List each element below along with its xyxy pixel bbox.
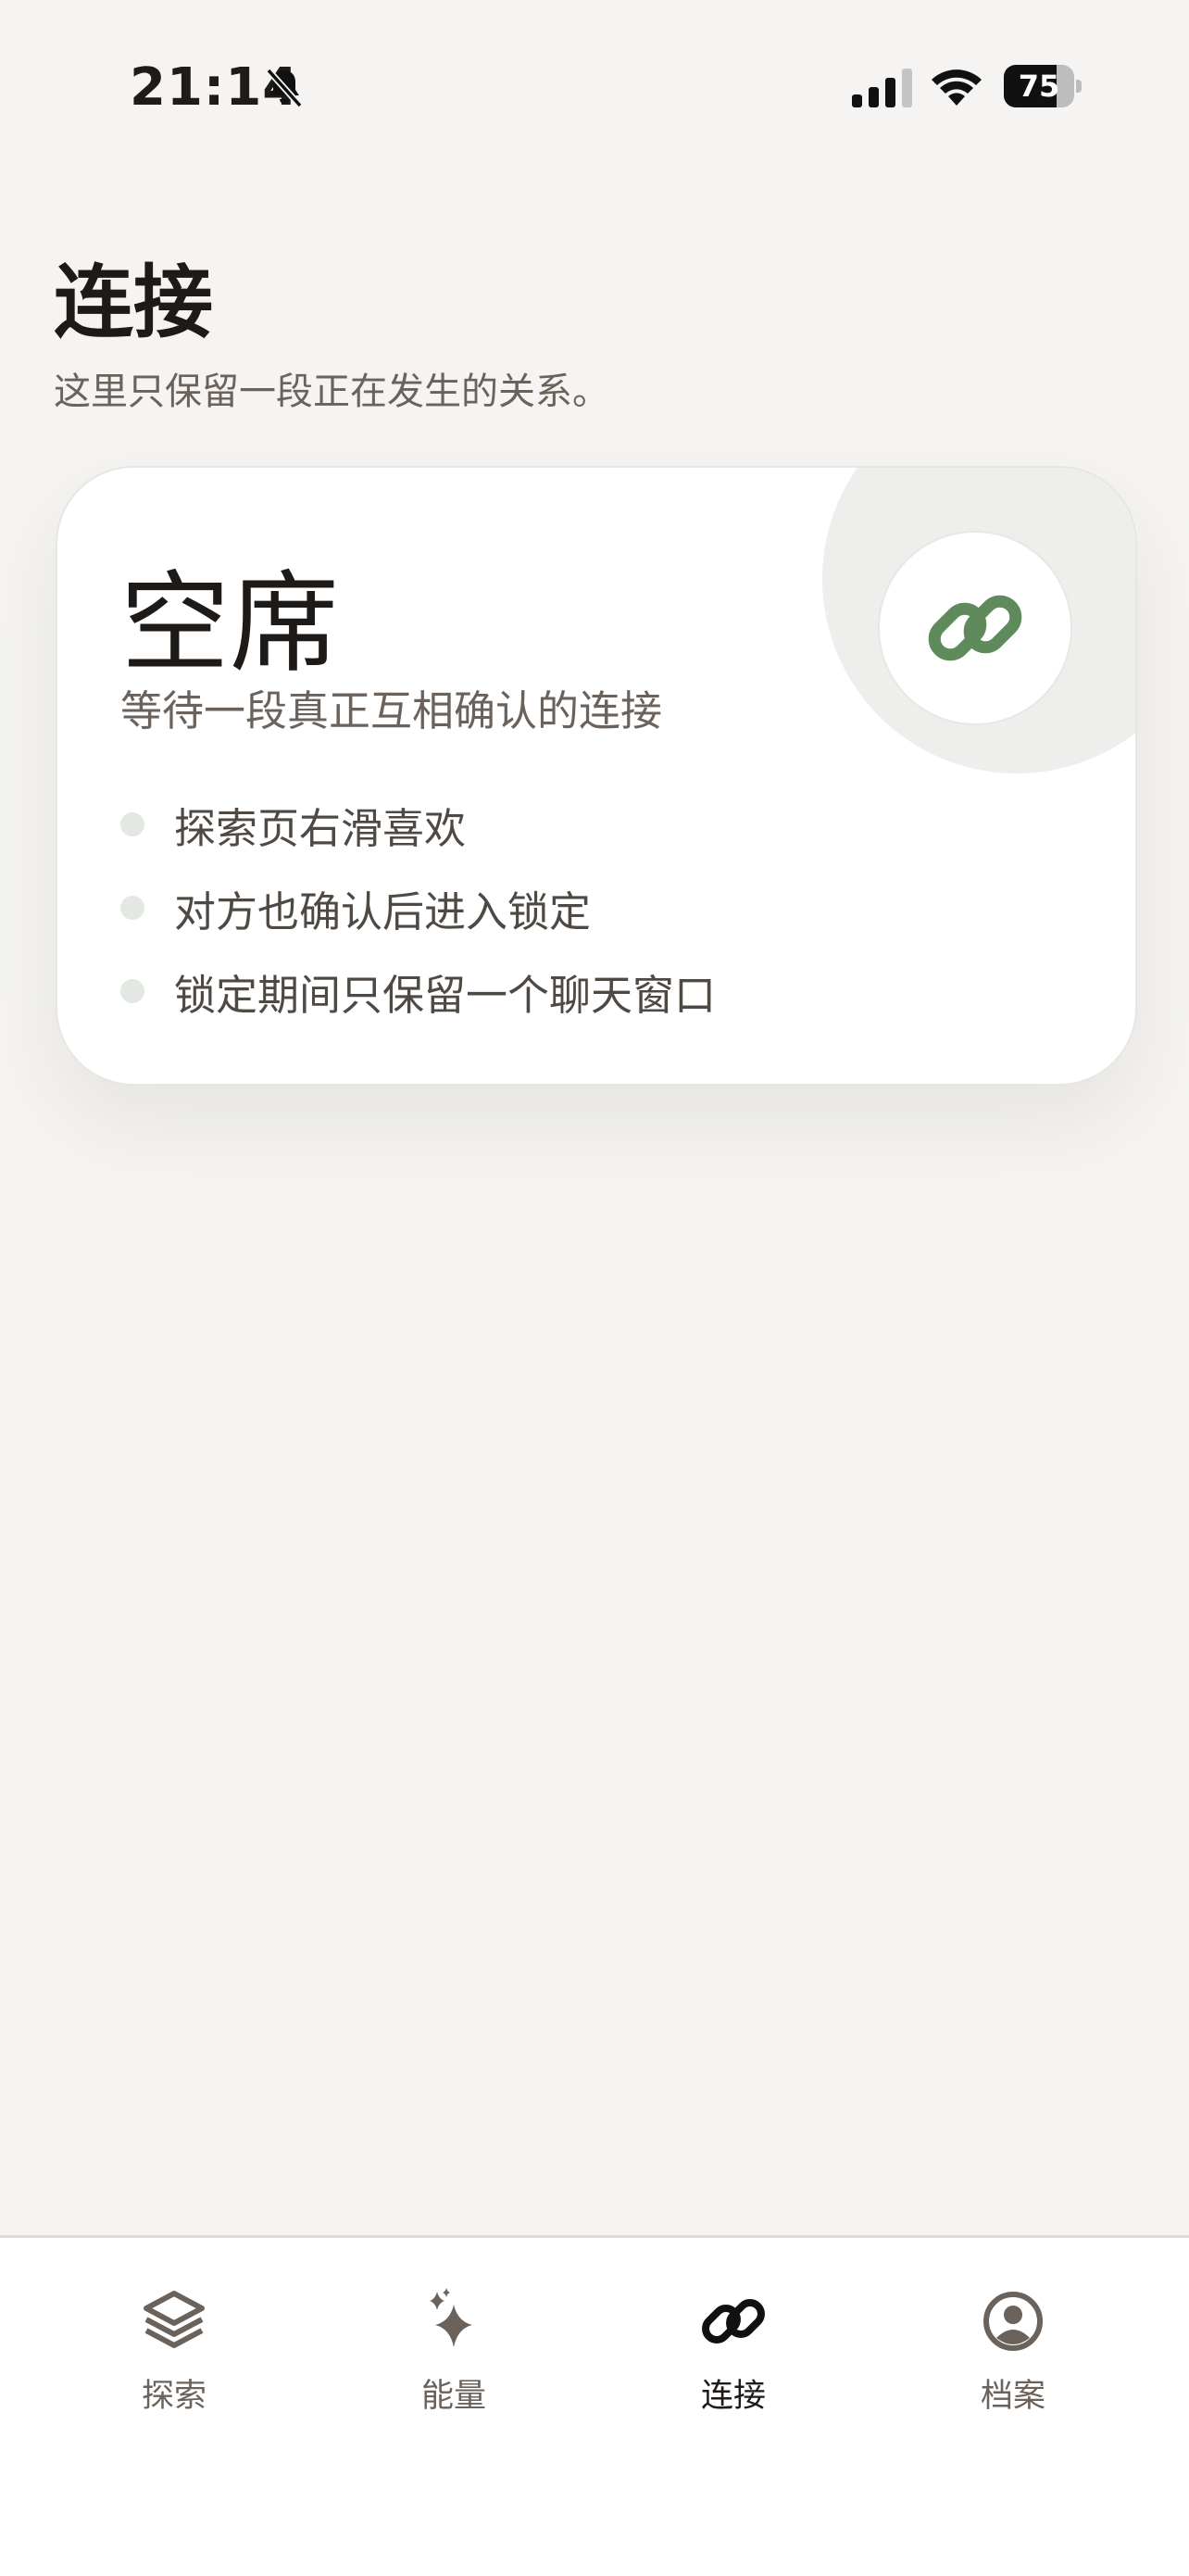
tab-profile[interactable]: 档案 — [920, 2286, 1106, 2434]
rules-list: 探索页右滑喜欢 对方也确认后进入锁定 锁定期间只保留一个聊天窗口 — [120, 783, 716, 1033]
card-subtitle: 等待一段真正互相确认的连接 — [120, 686, 663, 735]
tab-connect[interactable]: 连接 — [641, 2286, 826, 2434]
tab-explore[interactable]: 探索 — [81, 2286, 267, 2434]
list-item: 对方也确认后进入锁定 — [120, 866, 716, 949]
battery-level: 75 — [1018, 69, 1060, 104]
status-bar: 21:14 75 — [0, 0, 1189, 176]
tab-bar: 探索 能量 连接 档案 — [0, 2235, 1189, 2576]
list-item-text: 锁定期间只保留一个聊天窗口 — [174, 970, 717, 1020]
card-title: 空席 — [120, 559, 340, 687]
empty-slot-card: 空席 等待一段真正互相确认的连接 探索页右滑喜欢 对方也确认后进入锁定 锁定期间… — [56, 466, 1137, 1086]
wifi-icon — [932, 69, 982, 106]
list-item: 锁定期间只保留一个聊天窗口 — [120, 949, 716, 1033]
profile-icon — [983, 2292, 1043, 2351]
tab-label: 档案 — [980, 2378, 1045, 2415]
bell-slash-icon — [266, 68, 303, 108]
tab-label: 连接 — [700, 2378, 766, 2415]
layers-icon — [144, 2291, 205, 2348]
list-item: 探索页右滑喜欢 — [120, 783, 716, 866]
link-icon — [702, 2299, 765, 2344]
tab-label: 探索 — [141, 2378, 207, 2415]
sparkle-icon — [430, 2288, 472, 2347]
bullet-dot — [120, 979, 144, 1003]
card-icon-badge — [878, 531, 1072, 725]
signal-icon — [852, 69, 912, 107]
battery-icon: 75 — [1004, 65, 1082, 107]
page-title: 连接 — [54, 257, 213, 349]
link-icon — [928, 595, 1022, 661]
list-item-text: 探索页右滑喜欢 — [174, 803, 467, 853]
tab-label: 能量 — [420, 2378, 486, 2415]
bullet-dot — [120, 896, 144, 920]
list-item-text: 对方也确认后进入锁定 — [174, 886, 592, 936]
page-subtitle: 这里只保留一段正在发生的关系。 — [54, 371, 609, 413]
tab-energy[interactable]: 能量 — [361, 2286, 546, 2434]
bullet-dot — [120, 812, 144, 836]
